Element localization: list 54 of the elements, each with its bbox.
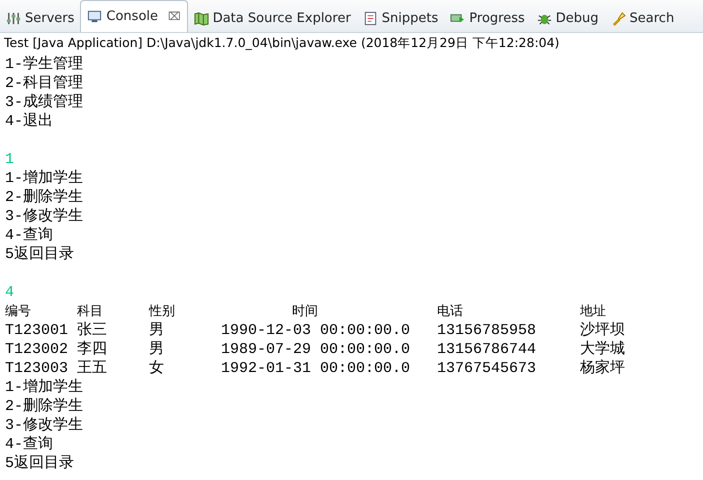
column-header: 地址: [580, 303, 606, 321]
output-line: 3-成绩管理: [5, 93, 84, 112]
column-header: 时间: [291, 303, 318, 321]
input-line: 4: [5, 283, 16, 302]
view-tab[interactable]: Progress: [444, 4, 531, 32]
flashlight-icon: [610, 10, 626, 26]
document-icon: [362, 10, 378, 26]
table-cell: 大学城: [580, 340, 625, 359]
output-line: 3-修改学生: [5, 207, 84, 226]
table-cell: 李四: [77, 340, 107, 359]
monitor-icon: [87, 9, 102, 24]
column-header: 科目: [77, 303, 103, 321]
table-cell: 1990-12-03 00:00:00.0: [221, 321, 410, 340]
view-tab[interactable]: Search: [604, 4, 680, 32]
output-line: 4-退出: [5, 112, 54, 131]
output-line: 5返回目录: [5, 245, 76, 264]
output-line: 5返回目录: [5, 454, 76, 473]
table-cell: T123001: [5, 321, 68, 340]
output-line: 1-增加学生: [5, 169, 84, 188]
console-title: Test [Java Application] D:\Java\jdk1.7.0_04\bin\javaw.exe (2018年12月29日 下午12:28:04): [3, 34, 560, 52]
table-cell: 1992-01-31 00:00:00.0: [221, 359, 410, 378]
view-tab[interactable]: Servers: [0, 4, 80, 32]
column-header: 编号: [5, 303, 31, 321]
output-line: 2-删除学生: [5, 188, 84, 207]
view-tab[interactable]: Debug: [530, 4, 605, 32]
close-icon[interactable]: ⌧: [168, 10, 181, 23]
table-cell: 男: [149, 340, 164, 359]
table-cell: 女: [149, 359, 164, 378]
output-line: 4-查询: [5, 226, 54, 245]
view-tab[interactable]: Console ⌧: [80, 0, 188, 32]
table-cell: 13767545673: [437, 359, 536, 378]
map-icon: [194, 10, 209, 26]
table-cell: 13156785958: [437, 321, 536, 340]
output-line: 1-学生管理: [5, 55, 84, 74]
table-cell: 王五: [77, 359, 107, 378]
view-tab[interactable]: Data Source Explorer: [188, 4, 357, 32]
output-line: 3-修改学生: [5, 416, 84, 435]
output-line: 2-删除学生: [5, 397, 84, 416]
column-header: 性别: [149, 303, 175, 321]
output-line: 2-科目管理: [5, 74, 84, 93]
table-cell: T123002: [5, 340, 68, 359]
table-cell: 13156786744: [437, 340, 536, 359]
column-header: 电话: [437, 303, 463, 321]
table-cell: 张三: [77, 321, 107, 340]
input-line: 1: [5, 150, 16, 169]
table-cell: 杨家坪: [580, 359, 625, 378]
table-cell: 1989-07-29 00:00:00.0: [221, 340, 410, 359]
table-cell: 男: [149, 321, 164, 340]
output-line: 1-增加学生: [5, 378, 84, 397]
table-cell: T123003: [5, 359, 68, 378]
sliders-icon: [6, 10, 21, 26]
output-line: 4-查询: [5, 435, 54, 454]
table-cell: 沙坪坝: [580, 321, 625, 340]
view-tab[interactable]: Snippets: [356, 4, 444, 32]
